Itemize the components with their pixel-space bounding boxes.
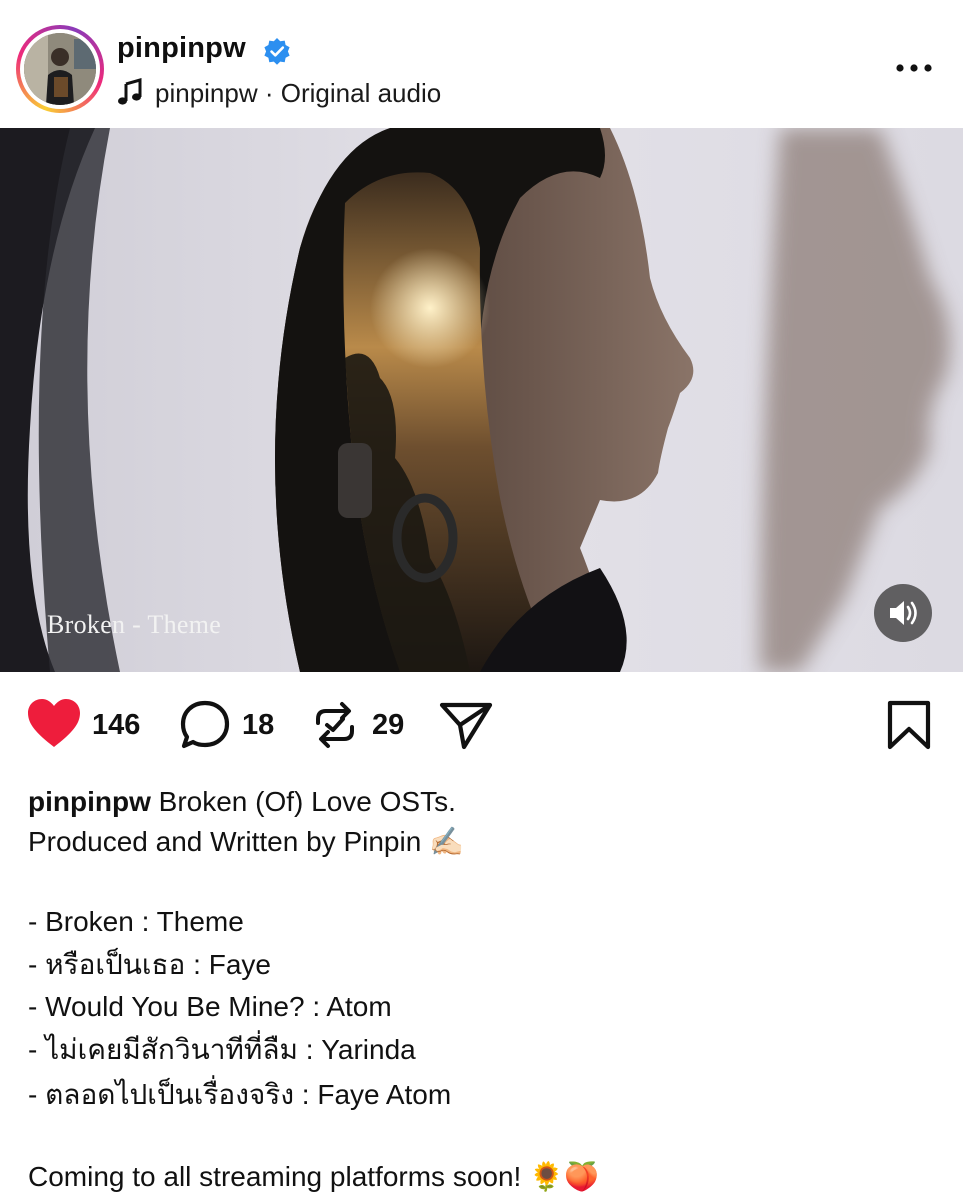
video-frame bbox=[0, 128, 963, 672]
audio-user[interactable]: pinpinpw bbox=[155, 78, 258, 108]
caption-title: Broken (Of) Love OSTs. bbox=[150, 786, 456, 817]
audio-label[interactable]: Original audio bbox=[281, 78, 441, 108]
music-note-icon bbox=[118, 78, 142, 105]
more-options-icon[interactable] bbox=[894, 60, 934, 76]
audio-separator: · bbox=[257, 78, 281, 108]
post-video[interactable]: Broken - Theme bbox=[0, 128, 963, 672]
track-item: - หรือเป็นเธอ : Faye bbox=[28, 949, 271, 980]
comment-icon[interactable] bbox=[178, 697, 232, 753]
track-item: - ไม่เคยมีสักวินาทีที่ลืม : Yarinda bbox=[28, 1034, 416, 1065]
bookmark-icon[interactable] bbox=[884, 697, 934, 753]
track-item: - Would You Be Mine? : Atom bbox=[28, 991, 392, 1022]
caption-line-1: pinpinpw Broken (Of) Love OSTs. bbox=[28, 782, 938, 822]
volume-button[interactable] bbox=[874, 584, 932, 642]
like-heart-icon[interactable] bbox=[26, 697, 82, 753]
post-caption: pinpinpw Broken (Of) Love OSTs. Produced… bbox=[28, 782, 938, 1197]
repost-icon[interactable] bbox=[310, 697, 360, 753]
track-item: - ตลอดไปเป็นเรื่องจริง : Faye Atom bbox=[28, 1079, 452, 1110]
audio-attribution[interactable]: pinpinpw · Original audio bbox=[155, 78, 441, 109]
verified-badge-icon bbox=[264, 38, 290, 65]
track-item: - Broken : Theme bbox=[28, 906, 244, 937]
post-header: pinpinpw pinpinpw · Original audio bbox=[0, 0, 963, 128]
avatar[interactable] bbox=[16, 25, 104, 113]
repost-count[interactable]: 29 bbox=[372, 709, 404, 742]
share-send-icon[interactable] bbox=[438, 697, 494, 753]
like-count[interactable]: 146 bbox=[92, 709, 140, 742]
comment-count[interactable]: 18 bbox=[242, 709, 274, 742]
caption-closing-line: Coming to all streaming platforms soon! … bbox=[28, 1161, 599, 1192]
caption-username[interactable]: pinpinpw bbox=[28, 786, 151, 817]
video-caption-text: Broken - Theme bbox=[47, 610, 222, 639]
caption-credit-line: Produced and Written by Pinpin ✍🏻 bbox=[28, 826, 464, 857]
speaker-icon bbox=[890, 601, 917, 625]
post-username[interactable]: pinpinpw bbox=[117, 32, 246, 65]
